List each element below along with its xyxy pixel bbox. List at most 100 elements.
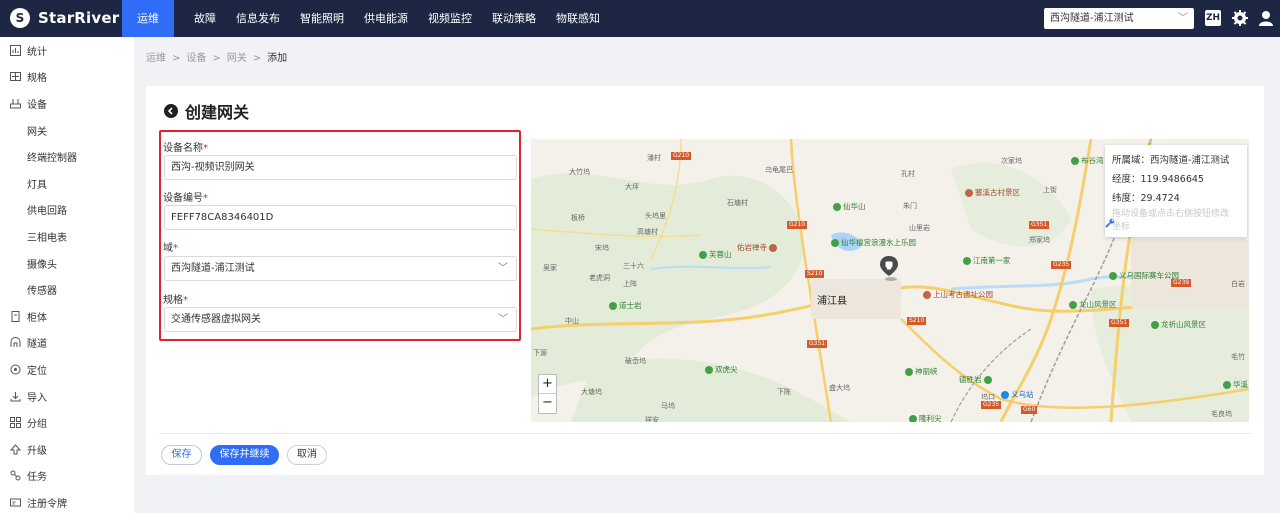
- sidebar-item-terminal-controller[interactable]: 终端控制器: [0, 143, 134, 170]
- breadcrumb-item[interactable]: 网关: [227, 53, 247, 64]
- map-poi: 龙山风景区: [1069, 299, 1117, 310]
- zoom-out-button[interactable]: −: [539, 394, 556, 413]
- breadcrumb-current: 添加: [267, 53, 288, 64]
- map-city-label: 浦江县: [817, 296, 847, 307]
- topnav-item-power[interactable]: 供电能源: [354, 0, 418, 37]
- sidebar-item-label: 网关: [27, 126, 47, 138]
- breadcrumb-item[interactable]: 设备: [186, 53, 206, 64]
- sidebar-item-camera[interactable]: 摄像头: [0, 250, 134, 277]
- map-zoom-control: + −: [538, 374, 557, 414]
- wrench-icon[interactable]: [1105, 218, 1115, 228]
- sidebar-item-label: 任务: [27, 472, 47, 484]
- map-label: 祥安: [645, 416, 659, 422]
- sidebar-item-upgrade[interactable]: 升级: [0, 436, 134, 463]
- sidebar-item-label: 分组: [27, 419, 47, 431]
- save-button[interactable]: 保存: [161, 445, 202, 465]
- map-label: 山里岩: [909, 224, 930, 232]
- device-icon: [10, 98, 21, 109]
- group-icon: [10, 417, 21, 429]
- domain-select-value: 西沟隧道-浦江测试: [171, 263, 255, 274]
- map-label: 板桥: [571, 214, 585, 222]
- topnav-item-ops[interactable]: 运维: [122, 0, 174, 37]
- device-name-input[interactable]: 西沟-视频识别网关: [164, 155, 517, 180]
- map-label: 中山: [565, 317, 579, 325]
- road-tag: G351: [807, 340, 828, 348]
- map-poi: 神丽峡: [905, 366, 938, 377]
- top-bar: S StarRiver 运维 故障 信息发布 智能照明 供电能源 视频监控 联动…: [0, 0, 1280, 37]
- map-label: 宋坞: [595, 244, 609, 252]
- map-label: 白岩: [1231, 280, 1245, 288]
- upgrade-icon: [10, 443, 21, 455]
- road-tag: S210: [907, 317, 927, 325]
- map-poi: 仙华山: [833, 201, 866, 212]
- language-switch[interactable]: ZH: [1205, 10, 1221, 26]
- import-icon: [10, 391, 21, 402]
- map-label: 高塘村: [637, 228, 658, 236]
- location-icon: [10, 364, 21, 375]
- gear-icon[interactable]: [1231, 9, 1249, 27]
- sidebar-item-import[interactable]: 导入: [0, 383, 134, 410]
- sidebar-item-tunnel[interactable]: 隧道: [0, 330, 134, 357]
- sidebar-item-sensor[interactable]: 传感器: [0, 276, 134, 303]
- road-tag: G351: [1109, 319, 1130, 327]
- region-select-value: 西沟隧道-浦江测试: [1050, 13, 1134, 24]
- sidebar-item-label: 升级: [27, 445, 47, 457]
- map-label: 大塘坞: [581, 388, 602, 396]
- map-label: 大竹坞: [569, 168, 590, 176]
- location-map[interactable]: G210 G210 S210 S210 G351 G351 G351 G235 …: [531, 139, 1249, 422]
- device-code-input[interactable]: FEFF78CA8346401D: [164, 205, 517, 230]
- info-latitude: 纬度：29.4724: [1112, 193, 1180, 204]
- map-poi: 布谷湾: [1071, 155, 1104, 166]
- sidebar-item-register-token[interactable]: 注册令牌: [0, 489, 134, 513]
- top-nav: 运维 故障 信息发布 智能照明 供电能源 视频监控 联动策略 物联感知: [122, 0, 610, 37]
- sidebar-item-task[interactable]: 任务: [0, 463, 134, 490]
- topnav-item-strategy[interactable]: 联动策略: [482, 0, 546, 37]
- sidebar-item-gateway[interactable]: 网关: [0, 117, 134, 144]
- map-poi: 仙华檀宫浪漫水上乐园: [831, 237, 916, 248]
- map-label: 毛良坞: [1211, 410, 1232, 418]
- device-pin-icon[interactable]: [878, 255, 900, 281]
- topnav-item-video[interactable]: 视频监控: [418, 0, 482, 37]
- topnav-item-fault[interactable]: 故障: [184, 0, 226, 37]
- sidebar-item-group[interactable]: 分组: [0, 409, 134, 436]
- spec-label: 规格*: [163, 295, 188, 306]
- map-label: 盛大坞: [829, 384, 850, 392]
- domain-select[interactable]: 西沟隧道-浦江测试 ﹀: [164, 256, 517, 281]
- map-poi: 华溪: [1223, 379, 1248, 390]
- sidebar-item-label: 注册令牌: [27, 498, 67, 510]
- sidebar-item-cabinet[interactable]: 柜体: [0, 303, 134, 330]
- map-label: 三十六: [623, 262, 644, 270]
- stats-icon: [10, 44, 21, 56]
- road-tag: G235: [1051, 261, 1072, 269]
- tunnel-icon: [10, 337, 21, 348]
- sidebar-item-location[interactable]: 定位: [0, 356, 134, 383]
- map-poi: 义乌国际赛车公园: [1109, 270, 1179, 281]
- zoom-in-button[interactable]: +: [539, 375, 556, 394]
- save-continue-button[interactable]: 保存并继续: [210, 445, 279, 465]
- road-tag: G235: [981, 401, 1002, 409]
- sidebar-item-stats[interactable]: 统计: [0, 37, 134, 64]
- user-icon[interactable]: [1257, 9, 1275, 27]
- road-tag: G210: [787, 221, 808, 229]
- region-select[interactable]: 西沟隧道-浦江测试 ﹀: [1044, 8, 1194, 29]
- sidebar-item-lamp[interactable]: 灯具: [0, 170, 134, 197]
- topnav-item-lighting[interactable]: 智能照明: [290, 0, 354, 37]
- chevron-down-icon: ﹀: [498, 314, 508, 325]
- sidebar-item-three-phase-meter[interactable]: 三相电表: [0, 223, 134, 250]
- back-icon[interactable]: [164, 104, 178, 118]
- map-label: 上街: [1043, 186, 1057, 194]
- spec-select[interactable]: 交通传感器虚拟网关 ﹀: [164, 307, 517, 332]
- breadcrumb-item[interactable]: 运维: [146, 53, 166, 64]
- sidebar-item-spec[interactable]: 规格: [0, 64, 134, 91]
- topnav-item-iot[interactable]: 物联感知: [546, 0, 610, 37]
- sidebar-item-label: 终端控制器: [27, 153, 77, 165]
- info-hint: 拖动设备或点击右侧按钮修改坐标: [1112, 209, 1230, 232]
- app-logo[interactable]: S StarRiver: [10, 8, 119, 28]
- map-label: 下源: [533, 349, 547, 357]
- sidebar-item-device[interactable]: 设备: [0, 90, 134, 117]
- sidebar-item-power-loop[interactable]: 供电回路: [0, 197, 134, 224]
- topnav-item-info-publish[interactable]: 信息发布: [226, 0, 290, 37]
- map-poi: 江南第一家: [963, 255, 1011, 266]
- cancel-button[interactable]: 取消: [287, 445, 327, 465]
- map-poi: 双虎尖: [705, 364, 738, 375]
